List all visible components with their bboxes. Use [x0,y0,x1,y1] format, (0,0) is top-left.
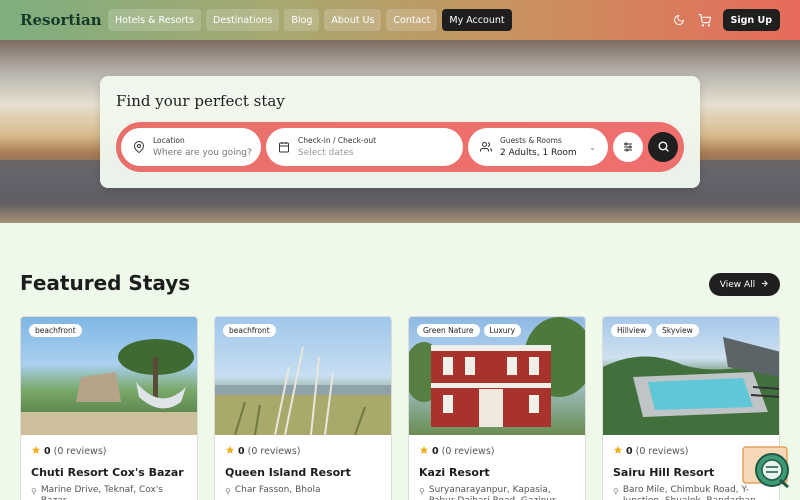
featured-cards: beachfront 0 (0 reviews) Chuti Resort Co… [20,316,780,500]
dates-placeholder: Select dates [298,148,354,158]
view-all-button[interactable]: View All [709,273,780,296]
stay-tag: Luxury [483,324,522,337]
star-icon [225,445,235,458]
rating-value: 0 [626,446,633,457]
stay-tags: beachfront [29,324,82,337]
review-count: (0 reviews) [247,446,301,457]
chat-widget-button[interactable] [742,445,792,490]
site-header: Resortian Hotels & Resorts Destinations … [0,0,800,40]
nav-my-account[interactable]: My Account [442,9,512,31]
star-icon [613,445,623,458]
main-nav: Hotels & Resorts Destinations Blog About… [108,9,512,31]
moon-icon[interactable] [671,12,687,28]
guests-field[interactable]: Guests & Rooms 2 Adults, 1 Room ⌄ [468,128,608,166]
stay-location: ⚲ Marine Drive, Teknaf, Cox's Bazar [31,485,187,500]
stay-rating: 0 (0 reviews) [419,445,575,458]
arrow-right-icon [760,279,769,291]
nav-destinations[interactable]: Destinations [205,9,280,31]
map-pin-icon: ⚲ [31,487,37,496]
stay-location-text: Marine Drive, Teknaf, Cox's Bazar [40,485,163,500]
star-icon [419,445,429,458]
sign-up-button[interactable]: Sign Up [722,9,780,31]
stay-tag: beachfront [29,324,82,337]
stay-tag: Hillview [611,324,653,337]
brand-logo[interactable]: Resortian [20,11,108,29]
review-count: (0 reviews) [441,446,495,457]
dates-field[interactable]: Check-in / Check-out Select dates [266,128,463,166]
stay-tags: Hillview Skyview [611,324,699,337]
header-actions: Sign Up [671,9,780,31]
nav-hotels-resorts[interactable]: Hotels & Resorts [108,9,201,31]
search-card: Find your perfect stay Location Check-in… [100,76,700,188]
stay-name[interactable]: Kazi Resort [419,466,575,479]
nav-contact[interactable]: Contact [386,9,438,31]
location-input[interactable] [153,148,253,158]
stay-tags: Green Nature Luxury [417,324,522,337]
search-bar: Location Check-in / Check-out Select dat… [116,122,684,172]
stay-rating: 0 (0 reviews) [31,445,187,458]
guests-label: Guests & Rooms [500,136,562,145]
rating-value: 0 [238,446,245,457]
stay-tag: beachfront [223,324,276,337]
stay-tag: Green Nature [417,324,480,337]
stay-card[interactable]: beachfront 0 (0 reviews) Chuti Resort Co… [20,316,198,500]
stay-image[interactable]: beachfront [215,317,391,435]
stay-name[interactable]: Queen Island Resort [225,466,381,479]
stay-card[interactable]: Green Nature Luxury 0 (0 reviews) Kazi R… [408,316,586,500]
stay-location-text: Char Fasson, Bhola [234,485,321,495]
users-icon [480,138,493,157]
location-label: Location [153,136,185,145]
location-field[interactable]: Location [121,128,261,166]
rating-value: 0 [44,446,51,457]
stay-image[interactable]: Green Nature Luxury [409,317,585,435]
star-icon [31,445,41,458]
review-count: (0 reviews) [635,446,689,457]
map-pin-icon: ⚲ [419,487,425,496]
chevron-down-icon: ⌄ [589,142,596,152]
search-icon [657,138,670,157]
chat-icon [742,446,789,489]
guests-value: 2 Adults, 1 Room [500,148,577,158]
rating-value: 0 [432,446,439,457]
stay-rating: 0 (0 reviews) [225,445,381,458]
stay-image[interactable]: beachfront [21,317,197,435]
search-button[interactable] [648,132,678,162]
stay-location: ⚲ Char Fasson, Bhola [225,485,381,497]
calendar-icon [278,138,290,157]
dates-label: Check-in / Check-out [298,136,377,145]
sliders-icon [622,138,634,157]
filters-button[interactable] [613,132,643,162]
stay-tags: beachfront [223,324,276,337]
stay-card[interactable]: beachfront 0 (0 reviews) Queen Island Re… [214,316,392,500]
featured-title: Featured Stays [20,271,191,295]
stay-name[interactable]: Chuti Resort Cox's Bazar [31,466,187,479]
view-all-label: View All [719,279,756,290]
stay-tag: Skyview [656,324,699,337]
map-pin-icon: ⚲ [225,487,231,496]
map-pin-icon [133,138,145,157]
stay-image[interactable]: Hillview Skyview [603,317,779,435]
map-pin-icon: ⚲ [613,487,619,496]
cart-icon[interactable] [697,12,713,28]
stay-location-text: Suryanarayanpur, Kapasia, Pabur Daihari … [428,485,556,500]
review-count: (0 reviews) [53,446,107,457]
nav-about-us[interactable]: About Us [324,9,382,31]
stay-location: ⚲ Suryanarayanpur, Kapasia, Pabur Daihar… [419,485,575,500]
nav-blog[interactable]: Blog [284,9,320,31]
search-title: Find your perfect stay [116,92,285,110]
